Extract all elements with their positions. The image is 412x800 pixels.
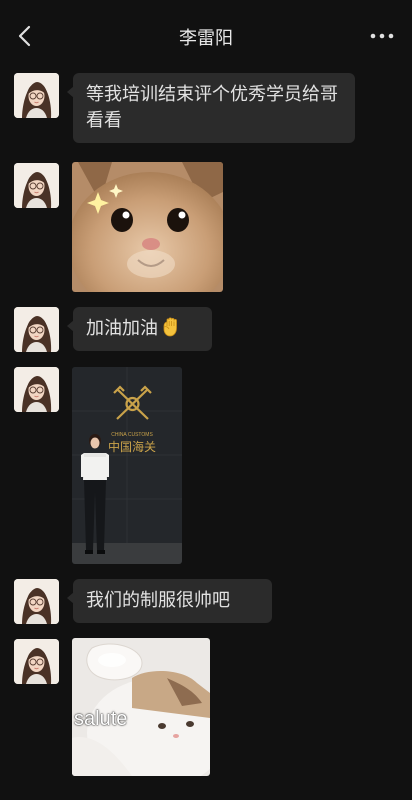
contact-avatar[interactable] (14, 639, 59, 684)
contact-avatar[interactable] (14, 579, 59, 624)
image-message[interactable]: salute (72, 638, 210, 776)
contact-avatar[interactable] (14, 163, 59, 208)
contact-avatar[interactable] (14, 367, 59, 412)
more-button[interactable] (368, 26, 396, 46)
sign-text-en: CHINA CUSTOMS (111, 432, 153, 438)
chat-title: 李雷阳 (179, 28, 233, 49)
chat-screen: 李雷阳 等我培训结束评个优秀学员给哥看看 加油加油 CHINA CUSTOMS … (0, 0, 412, 800)
message-bubble[interactable]: 等我培训结束评个优秀学员给哥看看 (67, 73, 355, 143)
salute-cat-sticker (72, 638, 210, 776)
contact-avatar[interactable] (14, 73, 59, 118)
image-message[interactable] (72, 162, 223, 292)
contact-avatar[interactable] (14, 307, 59, 352)
image-message[interactable]: CHINA CUSTOMS 中国海关 (72, 367, 182, 564)
customs-officer-photo: CHINA CUSTOMS 中国海关 (72, 367, 182, 564)
message-text: 加油加油 (86, 318, 158, 339)
smiling-cat-sticker (72, 162, 223, 292)
sign-text-cn: 中国海关 (108, 439, 156, 454)
more-horizontal-icon (370, 33, 394, 39)
chat-header: 李雷阳 (0, 0, 412, 72)
raised-fist-icon (163, 317, 177, 337)
message-text: 我们的制服很帅吧 (86, 590, 230, 611)
message-bubble[interactable]: 我们的制服很帅吧 (67, 579, 272, 623)
message-text: 等我培训结束评个优秀学员给哥看看 (86, 84, 338, 131)
message-bubble[interactable]: 加油加油 (67, 307, 212, 351)
sticker-caption: salute (74, 708, 128, 730)
